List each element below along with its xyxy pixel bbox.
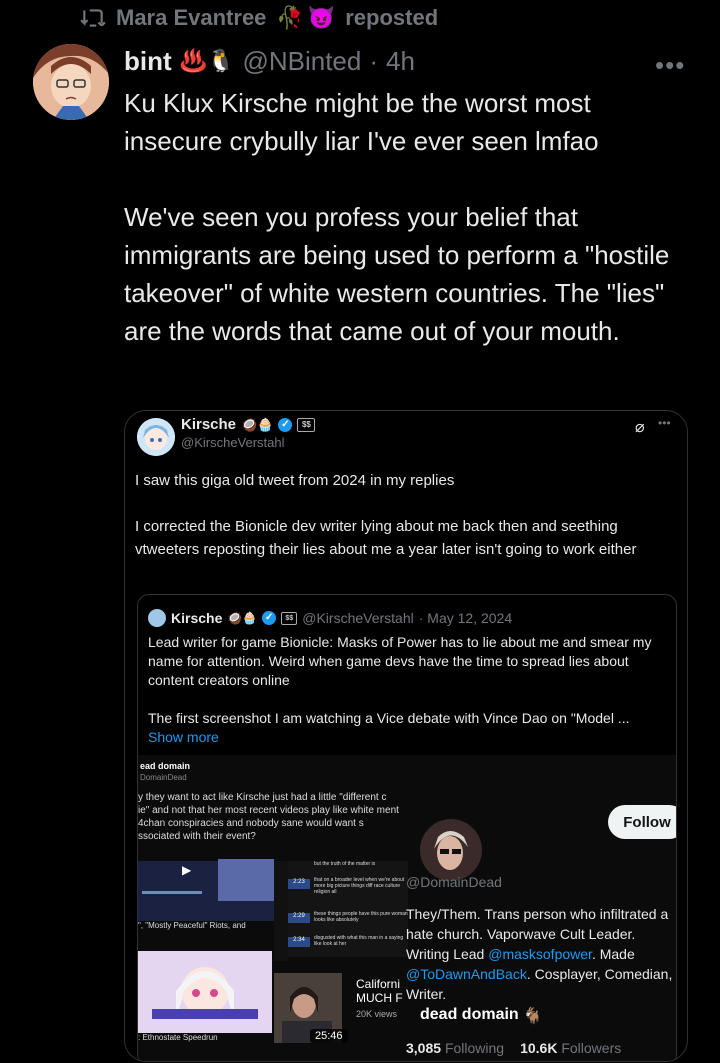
screenshot-tweet: ead domain DomainDead y they want to act…: [138, 761, 408, 861]
author-row: bint ♨️🐧 @NBinted · 4h: [124, 44, 415, 78]
grok-icon[interactable]: ⌀: [635, 417, 645, 437]
profile-name-row: dead domain 🐐: [420, 1006, 543, 1026]
subscriber-badge-icon: $$: [297, 417, 316, 432]
ethnostate-caption: : Ethnostate Speedrun: [138, 1033, 272, 1061]
show-more-link[interactable]: Show more: [148, 729, 219, 745]
profile-avatar[interactable]: [420, 819, 482, 881]
profile-handle[interactable]: @DomainDead: [406, 874, 502, 890]
goat-emoji: 🐐: [522, 1008, 543, 1025]
inner-avatar[interactable]: [148, 609, 166, 627]
bio-link-masksofpower[interactable]: @masksofpower: [488, 946, 592, 962]
author-handle[interactable]: @NBinted: [242, 46, 361, 77]
follow-button[interactable]: Follow: [608, 805, 676, 839]
rose-emoji: 🥀: [276, 5, 304, 30]
author-name[interactable]: bint: [124, 46, 172, 77]
devil-emoji: 😈: [307, 5, 336, 30]
separator-dot: ·: [369, 45, 379, 76]
anime-thumb[interactable]: [138, 951, 272, 1033]
quote-author-handle[interactable]: @KirscheVerstahl: [181, 435, 285, 450]
quote-avatar[interactable]: [137, 418, 175, 456]
quote-author-name[interactable]: Kirsche: [181, 416, 236, 433]
transcript-thumb[interactable]: 2:23 2:29 2:34 but the truth of the matt…: [288, 861, 408, 957]
repost-header[interactable]: Mara Evantree 🥀 😈 reposted: [80, 4, 438, 32]
profile-stats: 3,085 Following 10.6K Followers: [406, 1040, 621, 1056]
inner-date[interactable]: · May 12, 2024: [419, 610, 512, 626]
reposted-label: reposted: [345, 5, 439, 30]
inner-author-emoji: 🥥🧁: [227, 611, 258, 625]
profile-bio: They/Them. Trans person who infiltrated …: [406, 906, 673, 1002]
quote-author-emoji: 🥥🧁: [241, 416, 274, 432]
quote-name-row: Kirsche 🥥🧁 ✓ $$: [181, 416, 316, 433]
inner-author-handle[interactable]: @KirscheVerstahl: [302, 610, 413, 626]
inner-author-row: Kirsche 🥥🧁 ✓ $$ @KirscheVerstahl · May 1…: [148, 609, 512, 627]
more-options-icon[interactable]: •••: [655, 50, 685, 81]
screenshot-name: ead domain: [140, 761, 191, 771]
play-icon: ▶: [182, 863, 192, 877]
bio-link-todawnandback[interactable]: @ToDawnAndBack: [406, 966, 527, 982]
tweet-time[interactable]: 4h: [386, 46, 415, 77]
inner-verified-icon: ✓: [262, 611, 277, 625]
screenshot-text: y they want to act like Kirsche just had…: [138, 792, 399, 842]
author-emoji: ♨️🐧: [179, 48, 235, 73]
following-stat[interactable]: 3,085 Following: [406, 1040, 504, 1056]
youtube-views: 20K views: [356, 1009, 398, 1019]
quote-text: I saw this giga old tweet from 2024 in m…: [135, 472, 637, 558]
youtube-title: Californi MUCH F: [356, 977, 403, 1005]
inner-author-name[interactable]: Kirsche: [171, 610, 222, 626]
verified-badge-icon: ✓: [278, 417, 293, 432]
reposter-name[interactable]: Mara Evantree: [116, 5, 266, 31]
screenshot-handle: DomainDead: [140, 773, 187, 782]
tweet-text: Ku Klux Kirsche might be the worst most …: [124, 88, 670, 346]
inner-subscriber-icon: $$: [281, 611, 298, 625]
repost-icon: [80, 9, 106, 27]
quote-more-icon[interactable]: •••: [658, 416, 671, 430]
mostly-peaceful-caption: ", "Mostly Peaceful" Riots, and: [138, 921, 246, 930]
inner-text: Lead writer for game Bionicle: Masks of …: [148, 634, 652, 726]
followers-stat[interactable]: 10.6K Followers: [520, 1040, 621, 1056]
avatar[interactable]: [33, 44, 109, 120]
video-duration: 25:46: [310, 1029, 348, 1043]
profile-name[interactable]: dead domain: [420, 1006, 519, 1026]
